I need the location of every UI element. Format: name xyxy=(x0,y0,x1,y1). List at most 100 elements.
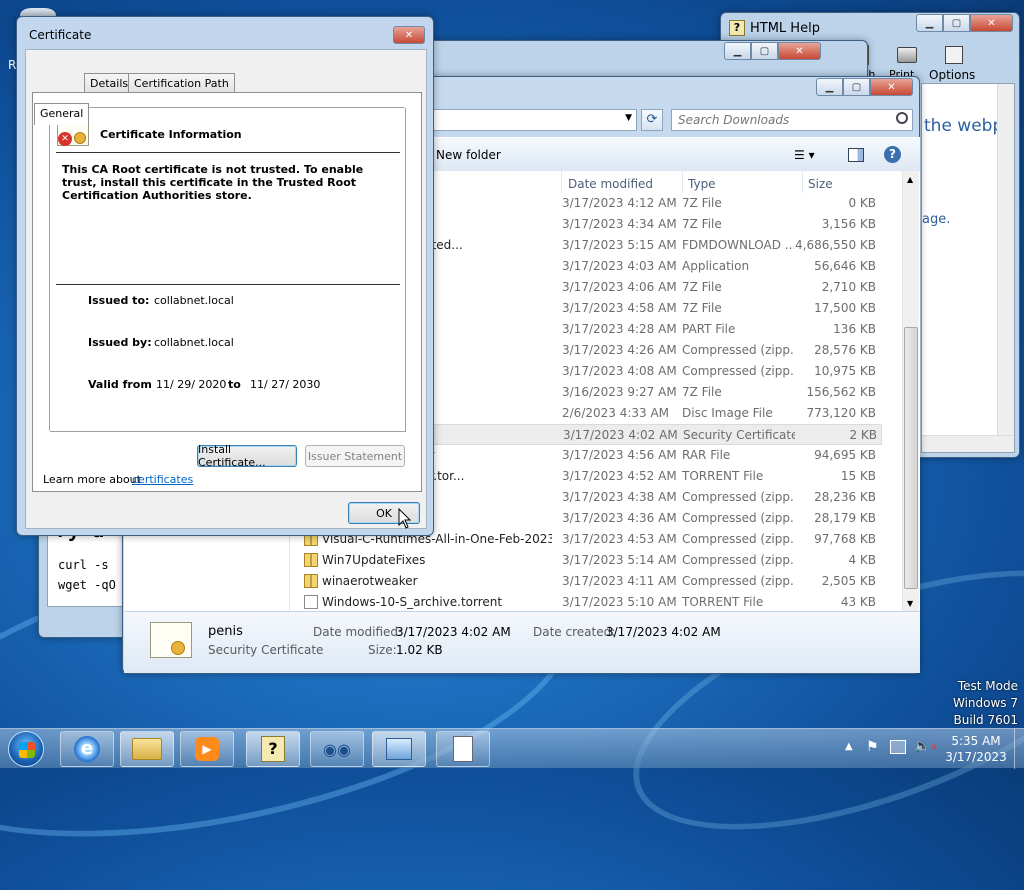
test-mode-watermark: Test Mode Windows 7 Build 7601 xyxy=(953,678,1018,729)
install-certificate-button[interactable]: Install Certificate... xyxy=(197,443,297,469)
cell-type: 7Z File xyxy=(682,301,722,315)
cell-type: Compressed (zipp... xyxy=(682,343,794,357)
certificate-dialog[interactable]: Certificate ✕ General Details Certificat… xyxy=(16,16,434,536)
scroll-thumb[interactable] xyxy=(904,327,918,589)
cell-date: 3/17/2023 4:03 AM xyxy=(562,259,677,273)
internet-explorer-icon: e xyxy=(74,736,100,762)
cell-name: winaerotweaker xyxy=(322,574,418,588)
address-bar[interactable]: ▼ xyxy=(423,109,637,131)
issued-to-value: collabnet.local xyxy=(154,294,234,307)
taskbar-control-panel[interactable] xyxy=(372,731,426,767)
taskbar-certificate-viewer[interactable]: ◉◉ xyxy=(310,731,364,767)
column-header-date[interactable]: Date modified xyxy=(568,177,653,191)
column-header-type[interactable]: Type xyxy=(688,177,716,191)
cell-type: 7Z File xyxy=(682,217,722,231)
close-button[interactable]: ✕ xyxy=(393,26,425,44)
cell-size: 2,505 KB xyxy=(821,574,876,588)
search-box[interactable] xyxy=(671,109,913,131)
show-desktop-button[interactable] xyxy=(1014,729,1024,769)
cell-size: 56,646 KB xyxy=(814,259,876,273)
close-button[interactable]: ✕ xyxy=(778,42,821,60)
cell-size: 28,179 KB xyxy=(814,511,876,525)
tab-details[interactable]: Details xyxy=(84,73,135,93)
cell-date: 3/17/2023 4:06 AM xyxy=(562,280,677,294)
cell-type: Disc Image File xyxy=(682,406,773,420)
table-row[interactable]: winaerotweaker 3/17/2023 4:11 AM Compresse… xyxy=(304,571,882,592)
maximize-button[interactable]: ▢ xyxy=(843,78,870,96)
help-icon[interactable]: ? xyxy=(884,146,901,163)
column-header-size[interactable]: Size xyxy=(808,177,833,191)
minimize-button[interactable]: ▁ xyxy=(724,42,751,60)
cell-size: 136 KB xyxy=(833,322,876,336)
cell-size: 43 KB xyxy=(840,595,876,609)
minimize-button[interactable]: ▁ xyxy=(916,14,943,32)
cell-date: 3/17/2023 4:08 AM xyxy=(562,364,677,378)
cell-size: 17,500 KB xyxy=(814,301,876,315)
toolbar-label: Options xyxy=(929,68,976,82)
volume-muted-icon[interactable]: 🔈✕ xyxy=(914,739,938,754)
new-folder-button[interactable]: New folder xyxy=(436,148,501,162)
cell-size: 2 KB xyxy=(849,428,877,442)
cell-type: Compressed (zipp... xyxy=(682,532,794,546)
scroll-up-arrow[interactable]: ▲ xyxy=(907,175,913,184)
network-icon[interactable] xyxy=(890,740,906,754)
close-button[interactable]: ✕ xyxy=(970,14,1013,32)
issued-by-label: Issued by: xyxy=(88,336,152,349)
cell-type: Security Certificate xyxy=(683,428,795,442)
cell-size: 94,695 KB xyxy=(814,448,876,462)
help-vscrollbar[interactable] xyxy=(997,84,1014,436)
details-label: Date created: xyxy=(533,625,616,639)
action-center-flag-icon[interactable]: ⚑ xyxy=(866,739,879,755)
file-icon xyxy=(304,595,318,609)
chevron-down-icon[interactable]: ▼ xyxy=(625,113,632,123)
cell-date: 3/17/2023 4:12 AM xyxy=(562,196,677,210)
show-hidden-icons-chevron[interactable]: ▲ xyxy=(845,741,853,752)
clock-date: 3/17/2023 xyxy=(945,750,1007,764)
media-player-icon: ▶ xyxy=(195,737,219,761)
scroll-down-arrow[interactable]: ▼ xyxy=(907,599,913,608)
cell-size: 10,975 KB xyxy=(814,364,876,378)
cell-type: 7Z File xyxy=(682,280,722,294)
taskbar-html-help[interactable]: ? xyxy=(246,731,300,767)
details-size: 1.02 KB xyxy=(396,643,443,657)
cell-type: Compressed (zipp... xyxy=(682,511,794,525)
certificate-seal-icon xyxy=(171,641,185,655)
cell-name: Win7UpdateFixes xyxy=(322,553,426,567)
table-row[interactable]: Win7UpdateFixes 3/17/2023 5:14 AM Compress… xyxy=(304,550,882,571)
cell-date: 2/6/2023 4:33 AM xyxy=(562,406,670,420)
help-hscrollbar[interactable] xyxy=(922,435,1014,452)
minimize-button[interactable]: ▁ xyxy=(816,78,843,96)
cell-date: 3/17/2023 4:34 AM xyxy=(562,217,677,231)
taskbar-document[interactable] xyxy=(436,731,490,767)
help-content-link[interactable]: age. xyxy=(922,212,950,227)
table-row[interactable]: Windows-10-S_archive.torrent 3/17/2023 5:… xyxy=(304,592,882,613)
cell-type: Compressed (zipp... xyxy=(682,364,794,378)
cell-type: FDMDOWNLOAD ... xyxy=(682,238,794,252)
maximize-button[interactable]: ▢ xyxy=(943,14,970,32)
taskbar-media-player[interactable]: ▶ xyxy=(180,731,234,767)
start-button[interactable] xyxy=(8,731,44,767)
cell-type: PART File xyxy=(682,322,736,336)
cell-type: 7Z File xyxy=(682,196,722,210)
taskbar-explorer[interactable] xyxy=(120,731,174,767)
preview-pane-icon[interactable] xyxy=(848,148,864,162)
search-input[interactable] xyxy=(676,112,886,128)
certificate-seal-icon xyxy=(74,132,86,144)
taskbar-internet-explorer[interactable]: e xyxy=(60,731,114,767)
cell-size: 3,156 KB xyxy=(821,217,876,231)
cell-date: 3/17/2023 4:53 AM xyxy=(562,532,677,546)
certificates-link[interactable]: certificates xyxy=(132,473,193,486)
tab-general[interactable]: General xyxy=(34,103,90,125)
cell-size: 4,686,550 KB xyxy=(795,238,876,252)
issued-by-value: collabnet.local xyxy=(154,336,234,349)
clock[interactable]: 5:35 AM 3/17/2023 xyxy=(940,733,1012,765)
file-list-scrollbar[interactable]: ▲ ▼ xyxy=(902,171,919,611)
close-button[interactable]: ✕ xyxy=(870,78,913,96)
refresh-button[interactable]: ⟳ xyxy=(641,109,663,131)
help-content-text: the webp xyxy=(924,116,1004,136)
tab-certification-path[interactable]: Certification Path xyxy=(128,73,235,93)
maximize-button[interactable]: ▢ xyxy=(751,42,778,60)
valid-to-label: to xyxy=(228,378,241,391)
info-title: Certificate Information xyxy=(100,128,242,141)
view-options-icon[interactable]: ☰ ▾ xyxy=(794,148,815,162)
